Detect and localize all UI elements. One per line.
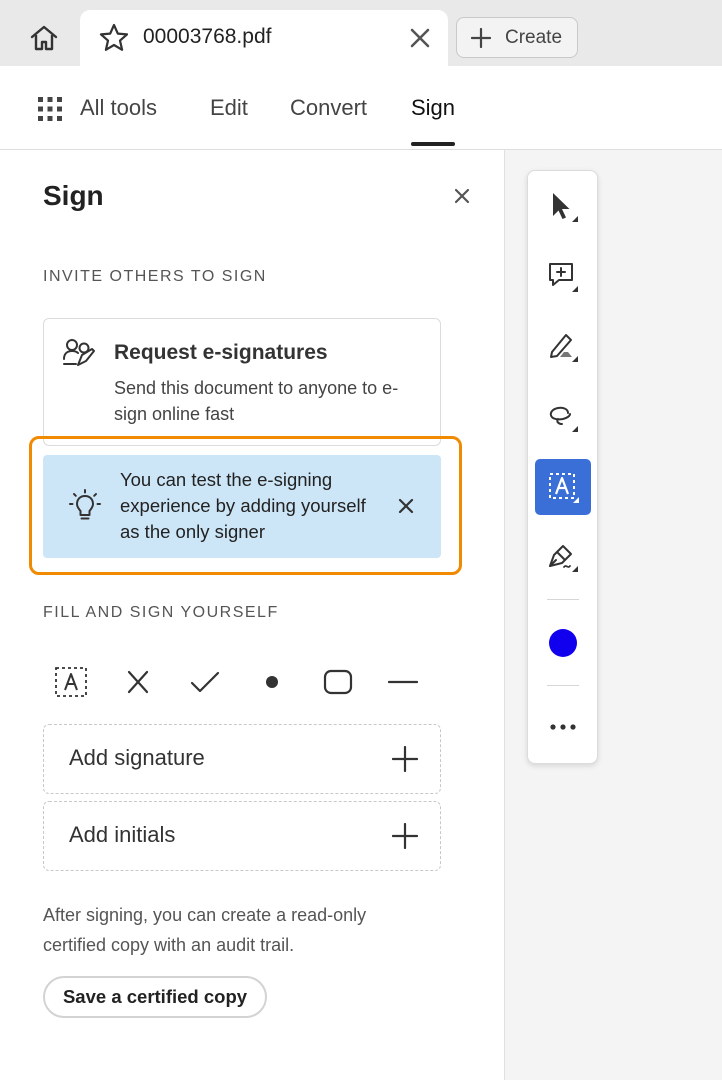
cross-mark-icon[interactable] [118,664,158,700]
certified-copy-note: After signing, you can create a read-onl… [43,905,367,955]
request-esignatures-card[interactable]: Request e-signatures Send this document … [43,318,441,446]
create-button[interactable]: Create [456,17,578,58]
tab-bar: 00003768.pdf Create [0,0,722,68]
dot-icon[interactable] [252,664,292,700]
more-icon[interactable] [535,699,591,755]
invite-section-label: INVITE OTHERS TO SIGN [43,268,267,285]
plus-icon [471,27,491,48]
tip-banner: You can test the e-signing experience by… [43,455,441,558]
color-swatch[interactable] [549,629,577,657]
fill-tools-row [43,660,443,704]
nav-sign[interactable]: Sign [411,95,455,135]
nav-edit[interactable]: Edit [210,95,248,135]
rounded-rectangle-icon[interactable] [318,664,358,700]
draw-freeform-icon[interactable] [535,389,591,445]
star-icon[interactable] [98,22,130,54]
tip-text: You can test the e-signing experience by… [120,469,366,542]
toolbar-divider [547,685,579,686]
checkmark-icon[interactable] [185,664,225,700]
lightbulb-icon [69,489,101,520]
close-icon[interactable] [450,184,474,208]
create-label: Create [505,26,563,48]
nav-all-tools[interactable]: All tools [37,95,157,135]
nav-convert[interactable]: Convert [290,95,367,135]
highlight-icon[interactable] [535,319,591,375]
toolbar-divider [547,599,579,600]
add-comment-icon[interactable] [535,249,591,305]
people-sign-icon [63,339,95,366]
document-tab[interactable]: 00003768.pdf [80,10,448,68]
plus-icon [392,746,418,772]
fill-section-label: FILL AND SIGN YOURSELF [43,604,279,621]
add-signature-button[interactable]: Add signature [43,724,441,794]
home-button[interactable] [22,18,66,58]
active-tab-indicator [411,142,455,146]
quick-tools-toolbar [527,170,598,764]
text-selection-icon[interactable] [535,459,591,515]
home-icon [30,25,58,51]
request-title: Request e-signatures [114,341,328,364]
add-initials-label: Add initials [69,822,176,847]
grid-icon [38,97,62,121]
close-icon[interactable] [406,24,434,52]
main-nav: All tools Edit Convert Sign [0,66,722,150]
save-certified-copy-button[interactable]: Save a certified copy [43,976,267,1018]
pen-sign-icon[interactable] [535,529,591,585]
add-initials-button[interactable]: Add initials [43,801,441,871]
request-description: Send this document to anyone to e-sign o… [114,378,399,424]
text-field-icon[interactable] [51,664,91,700]
add-signature-label: Add signature [69,745,205,770]
select-pointer-icon[interactable] [535,179,591,235]
panel-title: Sign [43,180,104,211]
close-icon[interactable] [395,495,417,517]
sign-panel: Sign INVITE OTHERS TO SIGN Request e-sig… [0,150,505,1080]
document-tab-title: 00003768.pdf [143,25,272,48]
line-icon[interactable] [383,664,423,700]
plus-icon [392,823,418,849]
nav-all-tools-label: All tools [80,95,158,120]
